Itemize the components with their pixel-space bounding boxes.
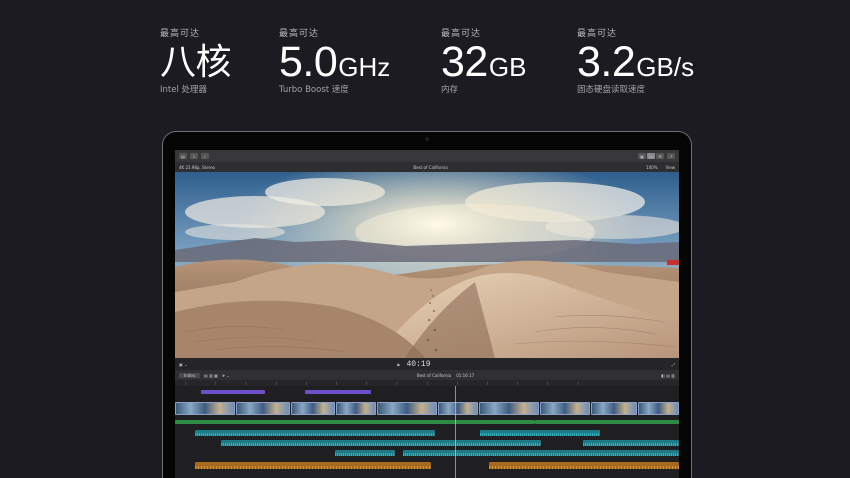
timeline-icon[interactable]: ▭ <box>647 153 655 159</box>
spec-value: 32GB <box>441 40 526 84</box>
edit-tools-icon[interactable]: ▤ ▥ ▦ <box>204 373 218 378</box>
video-viewer[interactable] <box>175 172 679 358</box>
timeline-duration: 01:16:17 <box>456 372 475 378</box>
index-tab[interactable]: Index <box>179 372 201 378</box>
timeline-tracks[interactable] <box>175 386 679 478</box>
format-label: 4K 23.98p, Stereo <box>179 164 216 170</box>
audio-clip-teal[interactable] <box>403 450 563 456</box>
audio-clip-teal[interactable] <box>480 430 600 436</box>
timecode-display: 40:19 <box>406 359 431 369</box>
timeline-project-name: Best of California <box>416 372 452 378</box>
video-clip[interactable] <box>540 402 590 415</box>
video-clip[interactable] <box>591 402 637 415</box>
video-clip[interactable] <box>291 402 335 415</box>
import-button[interactable]: ⇩ <box>190 153 198 159</box>
spec-number: 32 <box>441 38 488 86</box>
spec-turbo: 最高可达 5.0GHz Turbo Boost 速度 <box>279 28 390 96</box>
zoom-dropdown[interactable]: 100% <box>646 165 657 170</box>
camera <box>425 137 429 141</box>
music-clip[interactable] <box>489 462 679 469</box>
spec-caption: Turbo Boost 速度 <box>279 85 349 95</box>
share-icon[interactable]: ↗ <box>667 153 675 159</box>
audio-clip-green[interactable] <box>175 420 535 424</box>
laptop-screen: ▤ ⇩ ✓ ▦ ▭ ☰ ↗ 4K 23.98p, Stereo Best of … <box>175 150 679 478</box>
spec-unit: GB <box>488 52 527 82</box>
playhead[interactable] <box>455 386 456 478</box>
audio-clip-teal[interactable] <box>561 450 679 456</box>
desert-dunes-frame <box>175 172 679 358</box>
workspace-toggle: ▦ ▭ ☰ <box>638 153 664 159</box>
spec-memory: 最高可达 32GB 内存 <box>441 28 526 96</box>
title-clip[interactable] <box>201 390 265 394</box>
play-button[interactable]: ▶ <box>397 362 400 367</box>
video-clip[interactable] <box>377 402 437 415</box>
library-icon[interactable]: ▤ <box>179 153 187 159</box>
spec-value: 3.2GB/s <box>577 40 694 84</box>
spec-caption: 固态硬盘读取速度 <box>577 85 646 95</box>
title-clip[interactable] <box>305 390 371 394</box>
spec-caption: Intel 处理器 <box>160 85 208 95</box>
view-dropdown[interactable]: View <box>666 165 676 170</box>
video-clip[interactable] <box>638 402 679 415</box>
app-toolbar: ▤ ⇩ ✓ ▦ ▭ ☰ ↗ <box>175 150 679 162</box>
key-icon[interactable]: ✓ <box>201 153 209 159</box>
project-title: Best of California <box>413 164 448 170</box>
spec-number: 3.2 <box>577 38 636 86</box>
spec-number: 八核 <box>160 41 232 82</box>
transport-bar: ▣ ⌄ ▶ 40:19 ⤢ <box>175 358 679 370</box>
spec-cores: 最高可达 八核 Intel 处理器 <box>160 28 232 96</box>
video-clip[interactable] <box>336 402 376 415</box>
audio-clip-teal[interactable] <box>583 440 679 446</box>
browser-icon[interactable]: ▦ <box>638 153 646 159</box>
viewer-header: 4K 23.98p, Stereo Best of California 100… <box>175 162 679 172</box>
video-clip[interactable] <box>438 402 478 415</box>
select-tool-icon[interactable]: ➤ ⌄ <box>222 373 230 378</box>
spec-label: 最高可达 <box>160 29 201 39</box>
spec-value: 5.0GHz <box>279 40 390 84</box>
spec-ssd: 最高可达 3.2GB/s 固态硬盘读取速度 <box>577 28 694 96</box>
video-clip[interactable] <box>175 402 235 415</box>
audio-clip-teal[interactable] <box>335 450 395 456</box>
audio-clip-teal[interactable] <box>221 440 541 446</box>
music-clip[interactable] <box>195 462 431 469</box>
spec-number: 5.0 <box>279 38 338 86</box>
spec-value: 八核 <box>160 40 232 84</box>
audio-meter-icon[interactable]: ◧ ▤ ▥ <box>661 373 675 378</box>
audio-clip-green[interactable] <box>535 420 679 424</box>
video-clip[interactable] <box>479 402 539 415</box>
macbook-pro: ▤ ⇩ ✓ ▦ ▭ ☰ ↗ 4K 23.98p, Stereo Best of … <box>162 131 692 478</box>
fullscreen-icon[interactable]: ⤢ <box>672 362 675 367</box>
inspector-icon[interactable]: ☰ <box>656 153 664 159</box>
spec-unit: GB/s <box>636 52 695 82</box>
video-clip[interactable] <box>236 402 290 415</box>
timeline-header: Index ▤ ▥ ▦ ➤ ⌄ Best of California 01:16… <box>175 370 679 380</box>
audio-clip-teal[interactable] <box>195 430 435 436</box>
spec-unit: GHz <box>338 52 391 82</box>
view-options-icon[interactable]: ▣ ⌄ <box>179 362 187 367</box>
